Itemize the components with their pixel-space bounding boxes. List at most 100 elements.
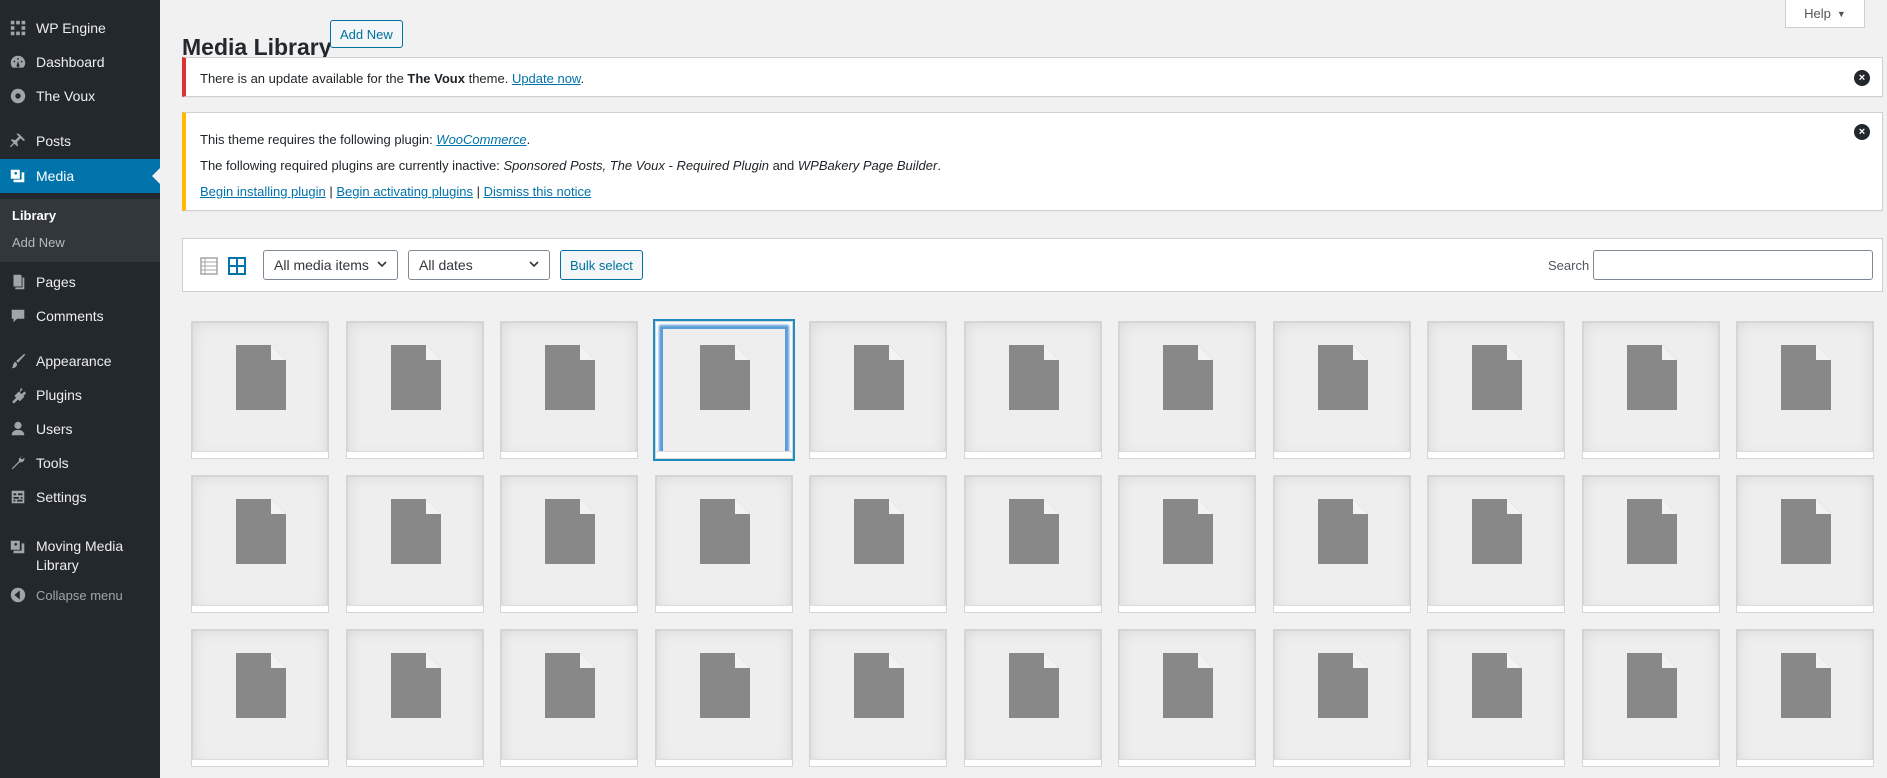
search-label: Search xyxy=(1548,258,1590,273)
document-icon xyxy=(391,499,441,564)
thumbnail-bar xyxy=(1737,605,1873,612)
sidebar-item-wpengine[interactable]: WP Engine xyxy=(0,11,160,45)
submenu-item-library[interactable]: Library xyxy=(12,208,56,223)
dismiss-icon[interactable]: × xyxy=(1854,124,1870,140)
pushpin-icon xyxy=(0,124,36,158)
date-filter[interactable]: All dates xyxy=(408,250,550,280)
woocommerce-link[interactable]: WooCommerce xyxy=(436,132,526,147)
attachment-item[interactable] xyxy=(1273,475,1411,613)
dismiss-notice-link[interactable]: Dismiss this notice xyxy=(484,184,592,199)
caret-down-icon: ▼ xyxy=(1836,8,1846,19)
attachment-item[interactable] xyxy=(1582,321,1720,459)
attachment-item[interactable] xyxy=(809,321,947,459)
dismiss-icon[interactable]: × xyxy=(1854,70,1870,86)
chevron-down-icon xyxy=(529,261,539,268)
update-now-link[interactable]: Update now xyxy=(512,71,581,86)
sidebar-item-pages[interactable]: Pages xyxy=(0,265,160,299)
attachment-item[interactable] xyxy=(964,475,1102,613)
thumbnail-bar xyxy=(1583,451,1719,458)
document-icon xyxy=(1318,345,1368,410)
attachment-item[interactable] xyxy=(500,629,638,767)
attachment-item[interactable] xyxy=(1118,321,1256,459)
document-icon xyxy=(700,499,750,564)
sidebar-item-dashboard[interactable]: Dashboard xyxy=(0,45,160,79)
attachment-item[interactable] xyxy=(346,629,484,767)
attachment-item[interactable] xyxy=(1273,629,1411,767)
help-label: Help xyxy=(1804,6,1831,21)
update-notice: There is an update available for the The… xyxy=(182,57,1883,97)
sidebar-item-settings[interactable]: Settings xyxy=(0,480,160,514)
attachment-item[interactable] xyxy=(1118,475,1256,613)
thumbnail-bar xyxy=(656,605,792,612)
thumbnail-bar xyxy=(1583,759,1719,766)
document-icon xyxy=(854,345,904,410)
sidebar-item-thevoux[interactable]: The Voux xyxy=(0,79,160,113)
sidebar-item-plugins[interactable]: Plugins xyxy=(0,378,160,412)
media-toolbar: All media items All dates Bulk select Se… xyxy=(182,238,1883,292)
notice-text: and xyxy=(768,158,798,173)
attachment-item[interactable] xyxy=(346,321,484,459)
search-input[interactable] xyxy=(1593,250,1873,280)
help-tab[interactable]: Help ▼ xyxy=(1785,0,1865,28)
sidebar-item-comments[interactable]: Comments xyxy=(0,299,160,333)
sidebar-item-tools[interactable]: Tools xyxy=(0,446,160,480)
attachment-item[interactable] xyxy=(1736,321,1874,459)
attachment-item[interactable] xyxy=(964,629,1102,767)
attachment-item[interactable] xyxy=(346,475,484,613)
submenu-item-add-new[interactable]: Add New xyxy=(12,235,65,250)
attachment-item[interactable] xyxy=(1427,321,1565,459)
attachment-item[interactable] xyxy=(191,321,329,459)
attachment-item[interactable] xyxy=(500,321,638,459)
thumbnail-bar xyxy=(501,451,637,458)
media-icon xyxy=(0,532,36,562)
sidebar-item-posts[interactable]: Posts xyxy=(0,124,160,158)
paintbrush-icon xyxy=(0,344,36,378)
wpengine-icon xyxy=(0,11,36,45)
begin-installing-link[interactable]: Begin installing plugin xyxy=(200,184,326,199)
attachment-item[interactable] xyxy=(1582,475,1720,613)
notice-line-3: Begin installing plugin | Begin activati… xyxy=(200,184,591,199)
attachment-item[interactable] xyxy=(653,319,795,461)
document-icon xyxy=(1627,499,1677,564)
thumbnail-bar xyxy=(1737,451,1873,458)
sidebar-item-users[interactable]: Users xyxy=(0,412,160,446)
thumbnail-bar xyxy=(1119,451,1255,458)
attachment-item[interactable] xyxy=(500,475,638,613)
theme-icon xyxy=(0,79,36,113)
list-view-icon[interactable] xyxy=(199,256,219,276)
attachment-item[interactable] xyxy=(1118,629,1256,767)
attachment-item[interactable] xyxy=(191,475,329,613)
attachment-item[interactable] xyxy=(1582,629,1720,767)
document-icon xyxy=(545,653,595,718)
attachment-item[interactable] xyxy=(1427,629,1565,767)
attachment-item[interactable] xyxy=(1427,475,1565,613)
begin-activating-link[interactable]: Begin activating plugins xyxy=(336,184,473,199)
sidebar-item-moving-media-library[interactable]: Moving Media Library xyxy=(0,532,160,576)
document-icon xyxy=(700,653,750,718)
media-type-filter[interactable]: All media items xyxy=(263,250,398,280)
thumbnail-bar xyxy=(1274,451,1410,458)
thumbnail-bar xyxy=(965,451,1101,458)
attachment-item[interactable] xyxy=(809,629,947,767)
attachment-item[interactable] xyxy=(1736,629,1874,767)
attachment-item[interactable] xyxy=(191,629,329,767)
document-icon xyxy=(391,653,441,718)
attachment-item[interactable] xyxy=(1736,475,1874,613)
document-icon xyxy=(1163,653,1213,718)
thumbnail-bar xyxy=(810,605,946,612)
thumbnail-bar xyxy=(965,605,1101,612)
attachment-item[interactable] xyxy=(1273,321,1411,459)
collapse-menu-button[interactable]: Collapse menu xyxy=(0,578,160,612)
attachment-item[interactable] xyxy=(964,321,1102,459)
attachment-item[interactable] xyxy=(655,629,793,767)
attachment-item[interactable] xyxy=(655,475,793,613)
sidebar-item-appearance[interactable]: Appearance xyxy=(0,344,160,378)
notice-text: There is an update available for the xyxy=(200,71,408,86)
add-new-button[interactable]: Add New xyxy=(330,20,403,48)
sidebar-item-media[interactable]: Media xyxy=(0,159,160,193)
bulk-select-button[interactable]: Bulk select xyxy=(560,250,643,280)
attachment-item[interactable] xyxy=(809,475,947,613)
theme-name: The Voux xyxy=(407,71,465,86)
grid-view-icon[interactable] xyxy=(227,256,247,276)
chevron-down-icon xyxy=(377,261,387,268)
